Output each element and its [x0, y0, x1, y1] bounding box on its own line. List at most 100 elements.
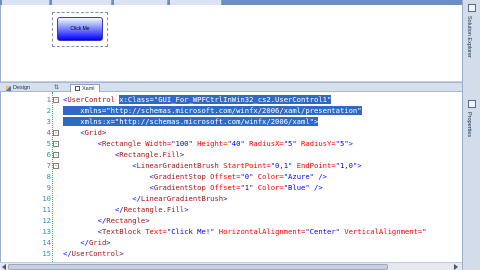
code-token: Text=: [140, 227, 167, 236]
tab-xaml-label: Xaml: [82, 85, 95, 92]
code-token: "100": [171, 139, 193, 148]
code-token: Rectangle: [101, 139, 141, 148]
code-token: >: [179, 150, 185, 159]
collapse-toggle-icon[interactable]: -: [53, 152, 59, 158]
code-token: RadiusY=: [296, 139, 336, 148]
dock-tab-solution-explorer[interactable]: Solution Explorer: [466, 16, 472, 58]
code-token: >: [348, 139, 353, 148]
collapse-toggle-icon[interactable]: -: [53, 163, 59, 169]
code-line[interactable]: 13 <TextBlock Text="Click Me!" Horizonta…: [1, 226, 463, 237]
scroll-left-icon[interactable]: [2, 264, 6, 270]
code-line[interactable]: 10 </LinearGradientBrush>: [1, 193, 463, 204]
selected-code-token: x:Class="GUI_For_WPFCtrlInWin32_cs2.User…: [119, 95, 332, 104]
line-number: 12: [42, 216, 51, 225]
code-token: Color=: [253, 172, 284, 181]
tab-design[interactable]: Design: [2, 84, 34, 92]
code-line[interactable]: 9 <GradientStop Offset="1" Color="Blue" …: [1, 182, 463, 193]
code-token: >: [106, 238, 111, 247]
code-text: </UserControl>: [63, 248, 124, 259]
code-token: Color=: [253, 183, 284, 192]
code-token: "1": [240, 183, 254, 192]
code-token: >: [223, 194, 228, 203]
code-token: >: [101, 128, 107, 137]
code-line[interactable]: 15 </UserControl>: [1, 248, 463, 259]
code-token: />: [314, 172, 327, 181]
scrollbar-thumb[interactable]: [8, 264, 388, 270]
line-number: 6: [46, 150, 51, 159]
code-token: "Azure": [283, 172, 315, 181]
collapse-toggle-icon[interactable]: -: [53, 141, 59, 147]
code-token: UserControl: [67, 95, 115, 104]
code-line[interactable]: 11 </Rectangle.Fill>: [1, 204, 463, 215]
code-token: </: [97, 216, 107, 225]
code-token: LinearGradientBrush: [136, 161, 219, 170]
code-text: </Grid>: [63, 237, 111, 248]
collapse-toggle-icon[interactable]: -: [53, 130, 59, 136]
click-me-button-preview[interactable]: Click Me: [57, 17, 103, 41]
code-line[interactable]: 12 </Rectangle>: [1, 215, 463, 226]
design-view-icon: [6, 85, 11, 91]
code-token: Height=: [192, 139, 228, 148]
line-number: 7: [46, 161, 51, 170]
code-token: >: [357, 161, 362, 170]
line-number: 2: [46, 106, 51, 115]
code-token: "40": [227, 139, 245, 148]
line-number: 10: [42, 194, 51, 203]
code-token: RadiusX=: [244, 139, 284, 148]
selected-code-token: xmlns="http://schemas.microsoft.com/winf…: [63, 106, 362, 115]
properties-icon[interactable]: [468, 100, 476, 108]
code-line[interactable]: 6- <Rectangle.Fill>: [1, 149, 463, 160]
scroll-right-icon[interactable]: [454, 264, 458, 270]
line-number: 11: [42, 205, 51, 214]
code-token: UserControl: [71, 249, 120, 258]
code-line[interactable]: 7- <LinearGradientBrush StartPoint="0,1"…: [1, 160, 463, 171]
code-text: </Rectangle.Fill>: [63, 204, 189, 215]
editor-horizontal-scrollbar[interactable]: [0, 262, 462, 270]
code-token: Rectangle: [106, 216, 146, 225]
code-token: ": [422, 227, 427, 236]
swap-panes-button[interactable]: ⇅: [50, 84, 63, 92]
line-number: 4: [46, 128, 51, 137]
code-token: Rectangle.Fill: [123, 205, 185, 214]
design-surface[interactable]: Click Me: [0, 5, 463, 87]
code-line[interactable]: 5- <Rectangle Width="100" Height="40" Ra…: [1, 138, 463, 149]
code-token: </: [132, 194, 141, 203]
solution-explorer-icon[interactable]: [468, 4, 476, 12]
dock-tab-properties[interactable]: Properties: [466, 112, 472, 137]
code-token: "Center": [305, 227, 340, 236]
code-token: Offset=: [205, 172, 241, 181]
code-token: >: [145, 216, 150, 225]
code-line[interactable]: 2 xmlns="http://schemas.microsoft.com/wi…: [1, 105, 463, 116]
code-line[interactable]: 1- <UserControl x:Class="GUI_For_WPFCtrlI…: [1, 94, 463, 105]
line-number: 15: [42, 249, 51, 258]
xaml-view-icon: [75, 86, 80, 91]
code-token: GradientStop: [153, 183, 206, 192]
code-text: </LinearGradientBrush>: [63, 193, 227, 204]
code-token: TextBlock: [101, 227, 141, 236]
line-number: 13: [42, 227, 51, 236]
tab-xaml[interactable]: Xaml: [70, 84, 100, 92]
code-token: "0": [240, 172, 254, 181]
code-text: xmlns:x="http://schemas.microsoft.com/wi…: [63, 116, 319, 127]
code-line[interactable]: 14 </Grid>: [1, 237, 463, 248]
swap-panes-icon: ⇅: [54, 85, 60, 91]
collapse-toggle-icon[interactable]: -: [53, 97, 59, 103]
code-token: Rectangle.Fill: [119, 150, 180, 159]
code-line[interactable]: 3 xmlns:x="http://schemas.microsoft.com/…: [1, 116, 463, 127]
code-line[interactable]: 4- <Grid>: [1, 127, 463, 138]
code-token: Grid: [84, 128, 102, 137]
view-split-bar: Design ⇅ Xaml: [0, 82, 462, 92]
code-token: "1,0": [335, 161, 358, 170]
line-number: 5: [46, 139, 51, 148]
code-line[interactable]: 8 <GradientStop Offset="0" Color="Azure"…: [1, 171, 463, 182]
code-token: >: [119, 249, 124, 258]
code-token: StartPoint=: [218, 161, 271, 170]
code-token: "5": [283, 139, 297, 148]
code-text: </Rectangle>: [63, 215, 150, 226]
xaml-code-editor[interactable]: 1- <UserControl x:Class="GUI_For_WPFCtrlI…: [0, 92, 462, 262]
